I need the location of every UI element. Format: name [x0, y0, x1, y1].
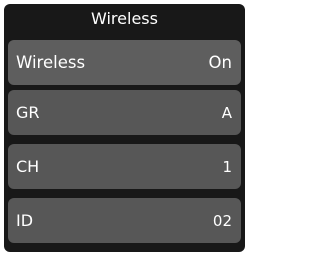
id-setting-row[interactable]: ID 02 — [8, 198, 241, 243]
wireless-setting-label: Wireless — [16, 53, 86, 72]
wireless-settings-panel: Wireless Wireless On GR A CH 1 ID 02 — [4, 4, 245, 252]
id-setting-value: 02 — [212, 211, 232, 230]
ch-setting-value: 1 — [222, 157, 232, 176]
gr-setting-label: GR — [16, 103, 40, 122]
panel-title: Wireless — [91, 9, 158, 28]
gr-setting-value: A — [221, 103, 232, 122]
gr-setting-row[interactable]: GR A — [8, 90, 241, 135]
ch-setting-row[interactable]: CH 1 — [8, 144, 241, 189]
wireless-setting-value: On — [208, 53, 232, 72]
wireless-setting-row[interactable]: Wireless On — [8, 40, 241, 85]
ch-setting-label: CH — [16, 157, 40, 176]
id-setting-label: ID — [16, 211, 34, 230]
